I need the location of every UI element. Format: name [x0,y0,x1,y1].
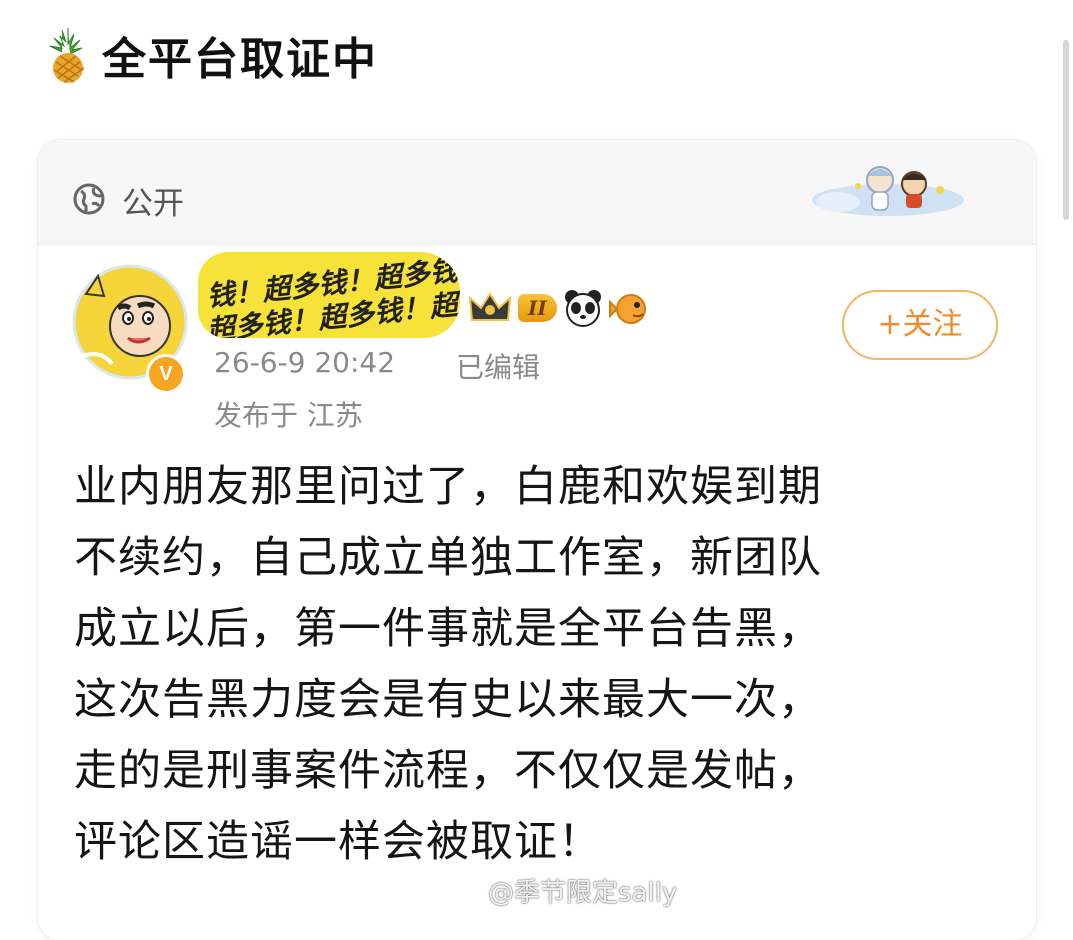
verified-badge: V [146,354,186,394]
post-text-line: 成立以后，第一件事就是全平台告黑， [74,604,822,654]
watermark: @季节限定sally [450,872,677,908]
level-badge[interactable]: II [518,294,557,322]
pineapple-icon [49,28,85,83]
post-location: 发布于 江苏 [214,399,363,432]
visibility-bar: 公开 [38,140,1036,245]
weibo-logo-icon [450,878,482,904]
watermark-text: @季节限定sally [488,877,678,908]
username-banner[interactable]: 钱！超多钱！超多钱 超多钱！超多钱！超 [198,252,460,338]
pufferfish-icon[interactable] [608,288,649,328]
post-timestamp: 26-6-9 20:42 [214,346,396,379]
cartoon-sticker-icon [812,166,964,216]
post-text-line: 这次告黑力度会是有史以来最大一次， [74,675,822,725]
scrollbar[interactable] [1063,40,1069,220]
visibility-label: 公开 [122,186,184,222]
post-text-line: 评论区造谣一样会被取证！ [74,817,602,867]
follow-button[interactable]: +关注 [842,290,998,360]
post-text-line: 不续约，自己成立单独工作室，新团队 [74,533,822,583]
crown-icon[interactable] [468,290,512,326]
post-text-line: 走的是刑事案件流程，不仅仅是发帖， [74,746,822,796]
page-header: 全平台取证中 [40,24,378,86]
edited-label[interactable]: 已编辑 [456,346,540,386]
post-body: 业内朋友那里问过了，白鹿和欢娱到期 不续约，自己成立单独工作室，新团队 成立以后… [74,452,1014,878]
post-card: 公开 V 钱！超多钱！超多钱 超多钱！超多钱！超 II +关注 26-6-9 2… [38,140,1036,940]
post-text-line: 业内朋友那里问过了，白鹿和欢娱到期 [74,462,822,512]
user-badges: II [468,288,649,328]
panda-icon[interactable] [563,288,603,328]
page-title: 全平台取证中 [102,34,378,85]
globe-icon [73,183,105,215]
